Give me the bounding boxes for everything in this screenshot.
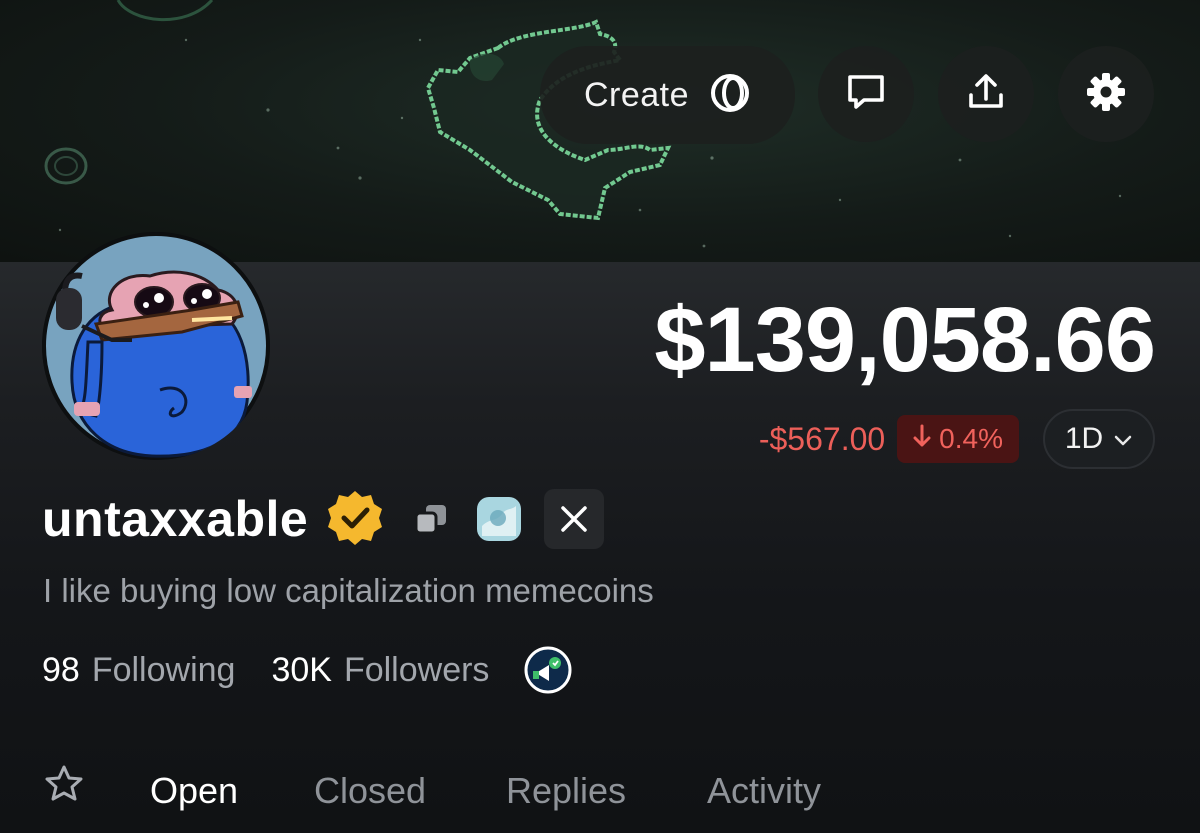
profile-bio: I like buying low capitalization memecoi… xyxy=(43,572,654,609)
followers-link[interactable]: 30K Followers xyxy=(271,651,489,690)
following-link[interactable]: 98 Following xyxy=(42,651,235,690)
favorites-star-icon[interactable] xyxy=(44,764,84,809)
following-count: 98 xyxy=(42,650,80,689)
profile-tabs: Open Closed Replies Activity xyxy=(44,762,944,818)
time-range-select[interactable]: 1D xyxy=(1043,409,1155,469)
change-percent-badge: 0.4% xyxy=(897,415,1019,463)
copy-icon[interactable] xyxy=(412,499,452,539)
tab-activity[interactable]: Activity xyxy=(707,770,821,812)
message-icon xyxy=(845,71,887,118)
tab-open[interactable]: Open xyxy=(150,770,238,812)
create-coin-icon xyxy=(709,72,751,119)
create-button-label: Create xyxy=(583,75,690,114)
change-amount: -$567.00 xyxy=(758,420,886,457)
avatar-image xyxy=(42,232,270,460)
followers-count: 30K xyxy=(271,650,332,689)
tab-replies[interactable]: Replies xyxy=(506,770,626,812)
create-button[interactable]: Create xyxy=(540,46,795,144)
verified-badge-icon xyxy=(324,488,386,550)
name-row: untaxxable xyxy=(42,486,605,552)
balance-change: -$567.00 0.4% 1D xyxy=(759,409,1155,469)
chevron-down-icon xyxy=(1113,422,1133,456)
change-percent: 0.4% xyxy=(939,423,1003,454)
arrow-down-icon xyxy=(913,423,931,455)
linked-app-icon[interactable] xyxy=(476,496,522,542)
time-range-value: 1D xyxy=(1064,422,1104,455)
followers-label: Followers xyxy=(343,650,490,689)
share-button[interactable] xyxy=(938,46,1034,142)
avatar[interactable] xyxy=(42,232,270,460)
share-icon xyxy=(965,71,1007,118)
community-badge-icon[interactable] xyxy=(523,645,573,695)
following-label: Following xyxy=(91,650,236,689)
settings-button[interactable] xyxy=(1058,46,1154,142)
portfolio-balance: $139,058.66 xyxy=(654,289,1156,391)
tab-closed[interactable]: Closed xyxy=(314,770,426,812)
settings-icon xyxy=(1084,70,1128,119)
username: untaxxable xyxy=(42,491,309,547)
x-logo-icon[interactable] xyxy=(544,489,605,549)
follow-stats: 98 Following 30K Followers xyxy=(42,645,573,695)
messages-button[interactable] xyxy=(818,46,914,142)
